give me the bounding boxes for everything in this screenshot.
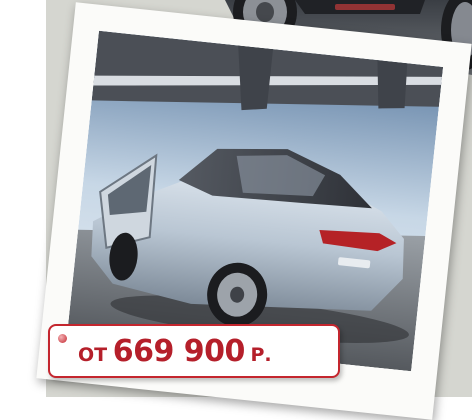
car-photo xyxy=(67,30,444,372)
price-amount: 669 900 xyxy=(112,334,246,369)
price-label: ОТ 669 900 Р. xyxy=(78,334,272,369)
price-currency: Р. xyxy=(250,344,272,366)
bullet-dot-icon xyxy=(58,334,67,343)
price-tag: ОТ 669 900 Р. xyxy=(48,324,340,378)
price-prefix: ОТ xyxy=(78,344,108,366)
